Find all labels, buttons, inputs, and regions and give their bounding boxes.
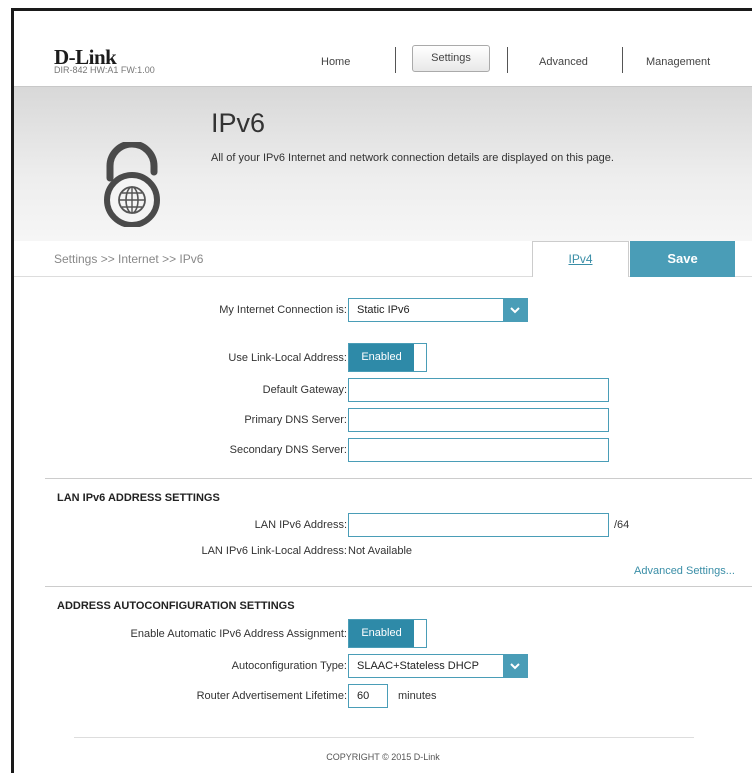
nav-separator — [507, 47, 508, 73]
breadcrumb-bar: Settings >> Internet >> IPv6 IPv4 Save — [14, 241, 752, 277]
lan-section-title: LAN IPv6 ADDRESS SETTINGS — [57, 492, 220, 504]
breadcrumb: Settings >> Internet >> IPv6 — [54, 252, 204, 266]
auto-assign-label: Enable Automatic IPv6 Address Assignment… — [130, 628, 347, 640]
gateway-label: Default Gateway: — [262, 384, 347, 396]
lan-link-local-value: Not Available — [348, 545, 413, 557]
section-divider — [45, 586, 752, 587]
nav-home[interactable]: Home — [321, 56, 350, 68]
chevron-down-icon[interactable] — [503, 299, 527, 321]
lifetime-unit: minutes — [398, 690, 437, 702]
router-page: D-Link DIR-842 HW:A1 FW:1.00 Home Settin… — [11, 8, 752, 773]
toggle-enabled-label: Enabled — [349, 344, 414, 371]
connection-type-value: Static IPv6 — [357, 304, 410, 316]
page-title: IPv6 — [211, 108, 266, 138]
lifetime-input[interactable]: 60 — [348, 684, 388, 708]
primary-dns-label: Primary DNS Server: — [244, 414, 347, 426]
section-divider — [45, 478, 752, 479]
connection-type-select[interactable]: Static IPv6 — [348, 298, 528, 322]
lan-link-local-label: LAN IPv6 Link-Local Address: — [201, 545, 347, 557]
nav-settings[interactable]: Settings — [412, 45, 490, 72]
primary-dns-row: Primary DNS Server: — [14, 408, 752, 432]
chevron-down-icon[interactable] — [503, 655, 527, 677]
autoconf-section-title: ADDRESS AUTOCONFIGURATION SETTINGS — [57, 600, 295, 612]
advanced-settings-link[interactable]: Advanced Settings... — [634, 565, 735, 577]
autoconf-type-value: SLAAC+Stateless DHCP — [357, 660, 479, 672]
auto-assign-row: Enable Automatic IPv6 Address Assignment… — [14, 619, 752, 648]
primary-dns-input[interactable] — [348, 408, 609, 432]
lifetime-label: Router Advertisement Lifetime: — [196, 690, 347, 702]
autoconf-type-label: Autoconfiguration Type: — [231, 660, 347, 672]
secondary-dns-label: Secondary DNS Server: — [229, 444, 347, 456]
auto-assign-toggle[interactable]: Enabled — [348, 619, 427, 648]
connection-label: My Internet Connection is: — [219, 304, 347, 316]
lan-address-label: LAN IPv6 Address: — [254, 519, 347, 531]
link-local-label: Use Link-Local Address: — [228, 352, 347, 364]
ipv4-link[interactable]: IPv4 — [532, 241, 629, 277]
toggle-enabled-label: Enabled — [349, 620, 414, 647]
autoconf-type-select[interactable]: SLAAC+Stateless DHCP — [348, 654, 528, 678]
nav-advanced[interactable]: Advanced — [539, 56, 588, 68]
link-local-row: Use Link-Local Address: Enabled — [14, 343, 752, 372]
autoconf-type-row: Autoconfiguration Type: SLAAC+Stateless … — [14, 654, 752, 678]
nav-separator — [622, 47, 623, 73]
lan-address-input[interactable] — [348, 513, 609, 537]
gateway-input[interactable] — [348, 378, 609, 402]
page-banner: IPv6 All of your IPv6 Internet and netwo… — [14, 86, 752, 241]
nav-separator — [395, 47, 396, 73]
save-button[interactable]: Save — [630, 241, 735, 277]
page-description: All of your IPv6 Internet and network co… — [211, 152, 614, 164]
gateway-row: Default Gateway: — [14, 378, 752, 402]
lan-address-row: LAN IPv6 Address: /64 — [14, 513, 752, 537]
connection-row: My Internet Connection is: Static IPv6 — [14, 298, 752, 322]
top-header: D-Link DIR-842 HW:A1 FW:1.00 Home Settin… — [14, 11, 752, 86]
nav-management[interactable]: Management — [646, 56, 710, 68]
prefix-suffix: /64 — [614, 519, 630, 531]
link-local-toggle[interactable]: Enabled — [348, 343, 427, 372]
secondary-dns-row: Secondary DNS Server: — [14, 438, 752, 462]
copyright: COPYRIGHT © 2015 D-Link — [326, 752, 440, 762]
lock-globe-icon — [104, 142, 160, 227]
footer-divider — [74, 737, 694, 738]
lan-link-local-row: LAN IPv6 Link-Local Address: Not Availab… — [14, 539, 752, 563]
lifetime-row: Router Advertisement Lifetime: 60 minute… — [14, 684, 752, 708]
secondary-dns-input[interactable] — [348, 438, 609, 462]
model-info: DIR-842 HW:A1 FW:1.00 — [54, 65, 155, 75]
